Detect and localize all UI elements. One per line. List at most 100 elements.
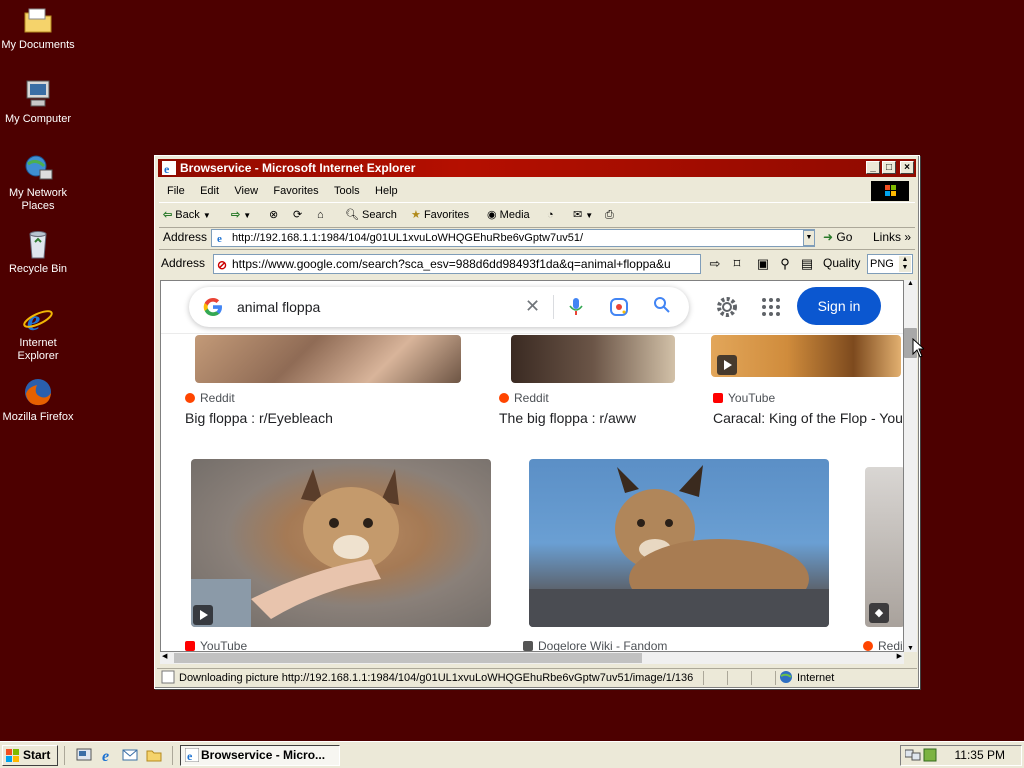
taskbar: Start e e Browservice - Micro... 11:35 P… xyxy=(0,741,1024,768)
desktop-icon-my-documents[interactable]: My Documents xyxy=(0,4,76,52)
find-button[interactable]: ⚲ xyxy=(775,254,795,274)
desktop-icon-recycle-bin[interactable]: Recycle Bin xyxy=(0,228,76,276)
horizontal-scroll-thumb[interactable] xyxy=(174,653,642,663)
settings-gear-icon[interactable] xyxy=(715,295,739,322)
divider xyxy=(553,295,554,319)
links-button[interactable]: Links » xyxy=(873,230,911,244)
media-button[interactable]: ◉ Media xyxy=(487,203,530,227)
refresh-icon: ⟳ xyxy=(293,209,303,221)
search-button[interactable]: 🔍︎ Search xyxy=(345,203,397,227)
result-image[interactable] xyxy=(511,335,675,383)
tray-app-icon[interactable] xyxy=(923,748,937,765)
youtube-icon xyxy=(713,393,723,403)
result-title[interactable]: Caracal: King of the Flop - You xyxy=(713,410,903,426)
chevron-down-icon: ▼ xyxy=(243,211,252,220)
result-source[interactable]: Reddit xyxy=(185,391,235,405)
scroll-right-icon[interactable]: ▶ xyxy=(897,652,902,660)
result-source[interactable]: Dogelore Wiki - Fandom xyxy=(523,639,667,651)
svg-text:e: e xyxy=(187,749,193,762)
address-input[interactable]: e http://192.168.1.1:1984/104/g01UL1xvuL… xyxy=(211,229,815,247)
result-image[interactable]: ◆ xyxy=(865,467,903,627)
scroll-down-icon[interactable]: ▼ xyxy=(907,645,914,652)
mail-button[interactable]: ✉ ▼ xyxy=(573,203,593,227)
maximize-button[interactable]: □ xyxy=(882,161,896,174)
history-button[interactable]: ◔ xyxy=(547,203,554,227)
menu-help[interactable]: Help xyxy=(369,185,404,197)
refresh-button[interactable]: ⟳ xyxy=(293,203,302,227)
home-button[interactable]: ⌂ xyxy=(317,203,324,227)
back-button[interactable]: ⇦ Back ▼ xyxy=(163,203,211,227)
status-divider xyxy=(775,671,776,685)
menu-view[interactable]: View xyxy=(228,185,264,197)
google-apps-icon[interactable] xyxy=(761,297,781,320)
clock: 11:35 PM xyxy=(954,748,1005,762)
clipboard-button[interactable]: ▤ xyxy=(797,254,817,274)
network-icon xyxy=(22,152,54,184)
forward-button[interactable]: ⇨ ▼ xyxy=(231,203,251,227)
horizontal-scrollbar[interactable]: ◀ ▶ xyxy=(160,652,904,664)
result-image[interactable] xyxy=(191,459,491,627)
desktop-icon-label: Recycle Bin xyxy=(8,263,68,275)
scroll-left-icon[interactable]: ◀ xyxy=(162,652,167,660)
search-query-text: animal floppa xyxy=(237,299,321,315)
result-image[interactable] xyxy=(711,335,901,377)
result-source[interactable]: Redi xyxy=(863,639,903,651)
voice-search-icon[interactable] xyxy=(569,297,583,320)
navigate-go-button[interactable]: ⇨ xyxy=(705,254,725,274)
menu-edit[interactable]: Edit xyxy=(194,185,225,197)
clipboard-icon: ▤ xyxy=(800,256,814,271)
forward-arrow-icon: ⇨ xyxy=(231,209,241,221)
chevron-down-icon: ▼ xyxy=(202,211,211,220)
search-icon[interactable] xyxy=(653,296,671,317)
show-desktop-icon[interactable] xyxy=(76,747,92,766)
title-bar[interactable]: e Browservice - Microsoft Internet Explo… xyxy=(158,159,916,177)
inner-address-input[interactable]: ⊘ https://www.google.com/search?sca_esv=… xyxy=(213,254,701,274)
sign-in-button[interactable]: Sign in xyxy=(797,287,881,325)
google-search-box[interactable]: animal floppa ✕ xyxy=(189,287,689,327)
desktop-icon-my-network-places[interactable]: My Network Places xyxy=(0,152,76,213)
print-button[interactable]: ⎙ xyxy=(605,203,614,227)
go-arrow-icon: ➜ xyxy=(823,230,834,244)
menu-favorites[interactable]: Favorites xyxy=(267,185,324,197)
network-status-icon[interactable] xyxy=(904,748,921,765)
minimize-button[interactable]: _ xyxy=(866,161,880,174)
quick-launch-folder-icon[interactable] xyxy=(146,747,162,766)
close-button[interactable]: × xyxy=(900,161,914,174)
quick-launch-ie-icon[interactable]: e xyxy=(100,747,116,766)
mouse-cursor-icon xyxy=(912,337,926,361)
result-title[interactable]: Big floppa : r/Eyebleach xyxy=(185,410,333,426)
back-label: Back xyxy=(175,209,200,221)
save-icon: ▣ xyxy=(756,256,770,271)
start-button[interactable]: Start xyxy=(2,745,58,766)
menu-bar: File Edit View Favorites Tools Help xyxy=(161,180,913,201)
vertical-scrollbar[interactable]: ▲ ▼ xyxy=(904,280,917,652)
bookmark-button[interactable]: ⌑ xyxy=(727,254,747,274)
video-play-icon xyxy=(717,355,737,375)
save-button[interactable]: ▣ xyxy=(753,254,773,274)
scroll-up-icon[interactable]: ▲ xyxy=(907,280,914,287)
desktop-icon-my-computer[interactable]: My Computer xyxy=(0,78,76,126)
quality-label: Quality xyxy=(823,256,861,270)
inner-address-label: Address xyxy=(161,256,206,270)
youtube-icon xyxy=(185,641,195,651)
result-source[interactable]: YouTube xyxy=(185,639,247,651)
quick-launch-outlook-icon[interactable] xyxy=(122,747,138,766)
taskbar-button-browservice[interactable]: e Browservice - Micro... xyxy=(180,745,340,766)
result-image[interactable] xyxy=(195,335,461,383)
lens-search-icon[interactable] xyxy=(609,297,629,320)
result-image[interactable] xyxy=(529,459,829,627)
menu-tools[interactable]: Tools xyxy=(328,185,366,197)
desktop-icon-internet-explorer[interactable]: e Internet Explorer xyxy=(0,302,76,363)
favorites-button[interactable]: ★ Favorites xyxy=(411,203,469,227)
result-source[interactable]: Reddit xyxy=(499,391,549,405)
address-dropdown-button[interactable]: ▼ xyxy=(803,230,815,246)
result-source[interactable]: YouTube xyxy=(713,391,775,405)
go-button[interactable]: ➜ Go xyxy=(823,230,852,244)
desktop-icon-mozilla-firefox[interactable]: Mozilla Firefox xyxy=(0,376,76,424)
clear-search-icon[interactable]: ✕ xyxy=(525,296,540,317)
menu-file[interactable]: File xyxy=(161,185,191,197)
result-title[interactable]: The big floppa : r/aww xyxy=(499,410,636,426)
window-icon: e xyxy=(162,161,176,176)
quality-select[interactable]: PNG ▲ ▼ xyxy=(867,254,913,274)
stop-button[interactable]: ⊗ xyxy=(269,203,278,227)
